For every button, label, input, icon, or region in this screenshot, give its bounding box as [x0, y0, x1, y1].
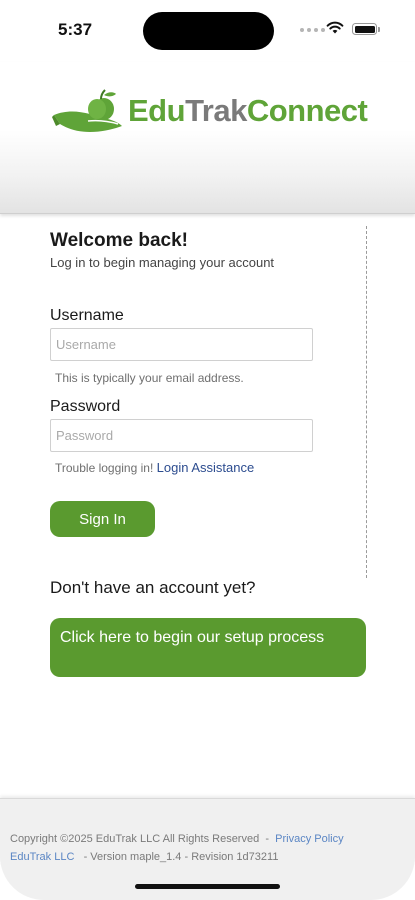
battery-level [354, 25, 375, 33]
dynamic-island [143, 12, 274, 50]
footer-line-1: Copyright ©2025 EduTrak LLC All Rights R… [10, 833, 344, 845]
home-indicator[interactable] [135, 884, 280, 889]
password-input[interactable] [50, 419, 313, 452]
divider-dashed [366, 226, 367, 578]
password-label: Password [50, 398, 121, 415]
battery-icon [352, 23, 377, 35]
sign-in-button[interactable]: Sign In [50, 501, 155, 537]
logo-text-edu: Edu [128, 93, 186, 128]
username-label: Username [50, 307, 124, 324]
welcome-subtitle: Log in to begin managing your account [50, 255, 275, 270]
footer-separator: - [265, 833, 270, 845]
welcome-title: Welcome back! [50, 230, 188, 251]
trouble-text: Trouble logging in! [55, 461, 154, 475]
setup-process-button[interactable]: Click here to begin our setup process [50, 618, 366, 677]
logo-text-trak: Trak [185, 93, 247, 128]
copyright-text: Copyright ©2025 EduTrak LLC All Rights R… [10, 833, 260, 845]
logo-text-connect: Connect [246, 93, 368, 128]
cellular-dots-icon [300, 28, 325, 32]
wifi-icon [326, 21, 344, 34]
login-assistance-link[interactable]: Login Assistance [157, 460, 255, 475]
battery-tip [378, 27, 380, 32]
username-input[interactable] [50, 328, 313, 361]
version-text: - Version maple_1.4 - Revision 1d73211 [83, 851, 279, 863]
status-time: 5:37 [58, 20, 93, 39]
apple-hand-logo-icon [52, 89, 122, 132]
edutrak-llc-link[interactable]: EduTrak LLC [10, 851, 74, 863]
privacy-policy-link[interactable]: Privacy Policy [275, 833, 343, 845]
edutrak-logo: EduTrakConnect [52, 88, 372, 138]
logo-wordmark: EduTrakConnect [128, 93, 368, 129]
footer-line-2: EduTrak LLC - Version maple_1.4 - Revisi… [10, 851, 278, 863]
app-header: EduTrakConnect [0, 62, 415, 214]
app-screen: 5:37 EduTrakConnect Welcome back! Log in… [0, 0, 415, 900]
trouble-hint: Trouble logging in! Login Assistance [55, 460, 254, 475]
no-account-prompt: Don't have an account yet? [50, 578, 256, 597]
username-hint: This is typically your email address. [55, 371, 244, 385]
status-bar: 5:37 [0, 0, 415, 62]
